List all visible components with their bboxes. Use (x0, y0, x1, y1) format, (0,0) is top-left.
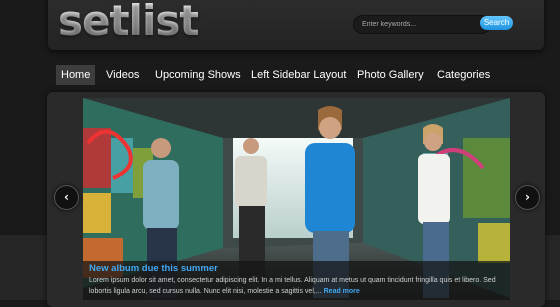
search-input[interactable] (353, 15, 491, 34)
chevron-right-icon[interactable]: › (515, 185, 540, 210)
read-more-link[interactable]: Read more (324, 288, 360, 295)
nav-item-left-sidebar-layout[interactable]: Left Sidebar Layout (251, 65, 346, 85)
slide-caption: New album due this summer Lorem ipsum do… (83, 261, 510, 300)
nav-item-videos[interactable]: Videos (106, 65, 139, 85)
caption-body: Lorem ipsum dolor sit amet, consectetur … (89, 277, 496, 295)
nav-item-photo-gallery[interactable]: Photo Gallery (357, 65, 424, 85)
caption-title[interactable]: New album due this summer (89, 263, 218, 274)
caption-text: Lorem ipsum dolor sit amet, consectetur … (89, 275, 501, 297)
chevron-left-icon[interactable]: ‹ (54, 185, 79, 210)
nav-item-home[interactable]: Home (56, 65, 96, 85)
site-logo[interactable]: setlist (58, 0, 199, 44)
nav-item-upcoming-shows[interactable]: Upcoming Shows (155, 65, 241, 85)
search-button[interactable]: Search (480, 16, 513, 30)
nav-item-categories[interactable]: Categories (437, 65, 490, 85)
